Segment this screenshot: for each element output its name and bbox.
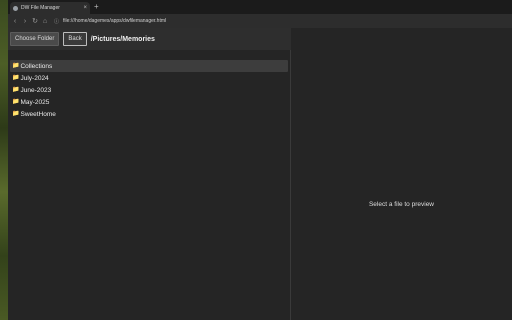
folder-icon: 📁 [12, 87, 20, 93]
file-name: SweetHome [20, 110, 56, 118]
globe-icon [13, 5, 18, 11]
address-toolbar: ‹ › ↻ ⌂ ⓘ file:///home/dagemes/apps/dwfi… [8, 14, 512, 28]
close-icon[interactable]: × [83, 5, 87, 11]
folder-icon: 📁 [12, 99, 20, 105]
file-name: May-2025 [20, 98, 50, 106]
back-arrow-icon[interactable]: ‹ [10, 18, 20, 25]
file-toolbar: Choose Folder Back /Pictures/Memories [8, 28, 291, 50]
file-manager-app: Choose Folder Back /Pictures/Memories 📁 … [8, 28, 512, 320]
file-name: June-2023 [20, 86, 52, 94]
choose-folder-button[interactable]: Choose Folder [10, 32, 60, 46]
home-icon[interactable]: ⌂ [40, 18, 50, 25]
info-icon[interactable]: ⓘ [54, 18, 59, 25]
back-button[interactable]: Back [63, 32, 87, 46]
file-name: July-2024 [20, 74, 49, 82]
forward-arrow-icon[interactable]: › [20, 18, 30, 25]
current-path: /Pictures/Memories [90, 35, 155, 43]
preview-placeholder: Select a file to preview [368, 201, 435, 208]
tab-strip: DW File Manager × + [8, 0, 512, 14]
list-item[interactable]: 📁 Collections [10, 60, 288, 72]
reload-icon[interactable]: ↻ [30, 18, 40, 25]
folder-icon: 📁 [12, 111, 20, 117]
list-item[interactable]: 📁 July-2024 [10, 72, 288, 84]
desktop-background [0, 0, 8, 320]
list-item[interactable]: 📁 June-2023 [10, 84, 288, 96]
tab-title: DW File Manager [21, 5, 60, 11]
file-browser-pane: Choose Folder Back /Pictures/Memories 📁 … [8, 28, 291, 320]
list-item[interactable]: 📁 May-2025 [10, 96, 288, 108]
browser-window: DW File Manager × + ‹ › ↻ ⌂ ⓘ file:///ho… [8, 0, 512, 320]
file-name: Collections [20, 62, 53, 70]
preview-pane: Select a file to preview [291, 28, 512, 320]
url-text[interactable]: file:///home/dagemes/apps/dwfilemanager.… [63, 18, 166, 24]
file-list: 📁 Collections 📁 July-2024 📁 June-2023 📁 … [10, 60, 288, 120]
browser-tab[interactable]: DW File Manager × [10, 2, 90, 14]
new-tab-button[interactable]: + [94, 2, 99, 12]
list-item[interactable]: 📁 SweetHome [10, 108, 288, 120]
address-bar[interactable]: ⓘ file:///home/dagemes/apps/dwfilemanage… [54, 16, 166, 26]
folder-icon: 📁 [12, 63, 20, 69]
folder-icon: 📁 [12, 75, 20, 81]
